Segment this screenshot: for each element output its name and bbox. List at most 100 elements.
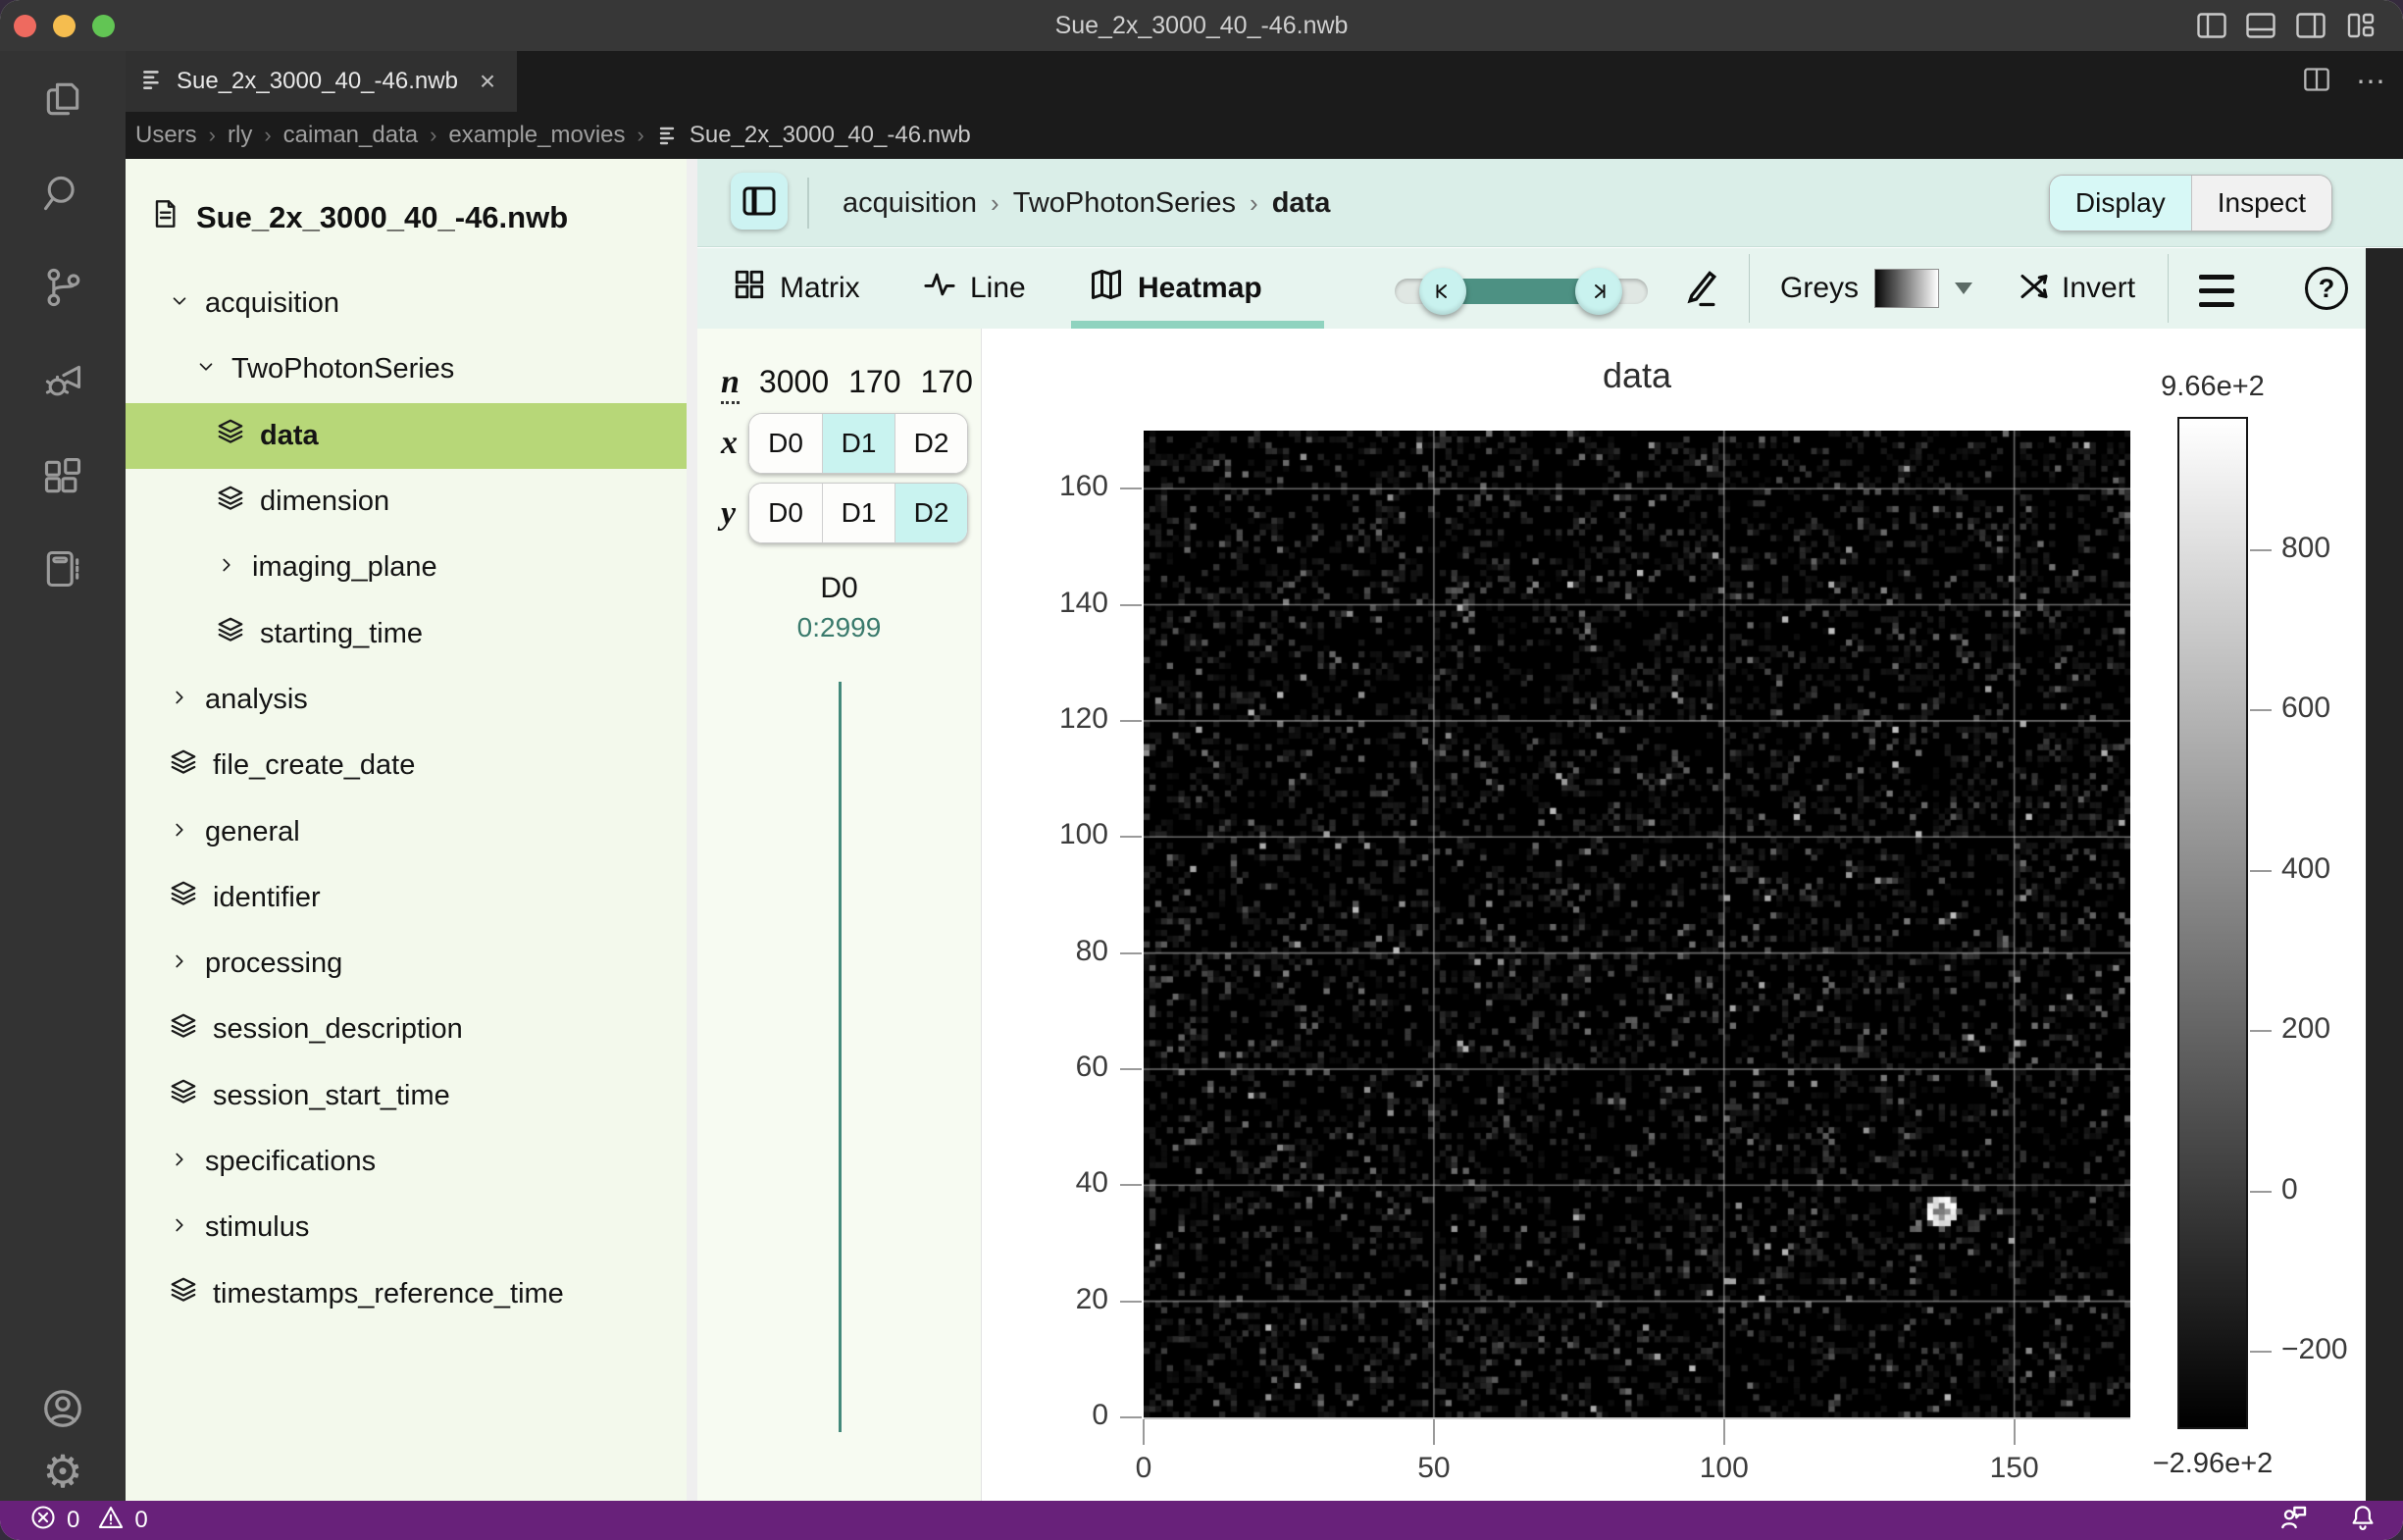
tree-item-imaging-plane[interactable]: imaging_plane <box>126 535 687 600</box>
plot-title: data <box>1441 355 1833 396</box>
problems-indicator[interactable]: 0 0 <box>0 1504 148 1538</box>
y-axis-label: y <box>721 495 736 533</box>
nwb-tree-panel: Sue_2x_3000_40_-46.nwb acquisition TwoPh… <box>126 159 687 1501</box>
settings-gear-icon[interactable]: ⚙ <box>24 1432 102 1511</box>
y-d2-button[interactable]: D2 <box>895 484 967 542</box>
help-icon[interactable]: ? <box>2305 267 2348 310</box>
y-d0-button[interactable]: D0 <box>749 484 822 542</box>
chevron-down-icon[interactable] <box>1955 282 1972 294</box>
viewer-breadcrumb-item[interactable]: acquisition <box>843 187 977 220</box>
frame-range-slider[interactable] <box>1395 279 1648 304</box>
breadcrumb-item[interactable]: rly <box>228 122 252 149</box>
tab-label: Sue_2x_3000_40_-46.nwb <box>177 68 458 95</box>
tree-item-twophotonseries[interactable]: TwoPhotonSeries <box>126 336 687 402</box>
tree-item-specifications[interactable]: specifications <box>126 1129 687 1195</box>
y-d1-button[interactable]: D1 <box>822 484 895 542</box>
breadcrumb-separator: › <box>264 123 271 148</box>
x-d0-button[interactable]: D0 <box>749 414 822 473</box>
colorbar-tick <box>2250 709 2272 711</box>
colormap-label: Greys <box>1780 272 1859 305</box>
line-pulse-icon <box>923 268 956 309</box>
chevron-right-icon <box>169 948 190 980</box>
tree-item-dimension[interactable]: dimension <box>126 469 687 535</box>
breadcrumb-item[interactable]: example_movies <box>448 122 625 149</box>
frame-range-label: 0:2999 <box>697 612 981 643</box>
source-control-icon[interactable] <box>24 248 102 327</box>
range-start-handle[interactable] <box>1419 268 1466 315</box>
search-icon[interactable] <box>24 154 102 232</box>
toggle-left-panel-icon[interactable] <box>2197 13 2226 43</box>
breadcrumb-file[interactable]: Sue_2x_3000_40_-46.nwb <box>656 122 971 149</box>
heatmap-map-icon <box>1089 267 1124 310</box>
viewer-breadcrumb-item[interactable]: TwoPhotonSeries <box>1013 187 1236 220</box>
explorer-icon[interactable] <box>24 60 102 138</box>
y-tick <box>1120 1301 1142 1303</box>
y-dimension-selector: D0 D1 D2 <box>748 483 968 543</box>
dim-size: 3000 <box>759 364 829 400</box>
x-dimension-selector: D0 D1 D2 <box>748 413 968 474</box>
breadcrumb-separator: › <box>430 123 436 148</box>
heatmap-tab[interactable]: Heatmap <box>1089 248 1262 329</box>
x-d2-button[interactable]: D2 <box>895 414 967 473</box>
dim-size: 170 <box>921 364 973 400</box>
heatmap-canvas[interactable] <box>1144 431 2130 1419</box>
frame-slider-track[interactable] <box>839 682 842 1432</box>
x-tick-label: 50 <box>1375 1452 1493 1485</box>
toggle-right-panel-icon[interactable] <box>2296 13 2326 43</box>
tree-item-analysis[interactable]: analysis <box>126 667 687 733</box>
line-tab[interactable]: Line <box>923 248 1026 329</box>
y-tick-label: 40 <box>1006 1166 1108 1200</box>
dataset-layers-icon <box>169 1077 198 1114</box>
customize-layout-icon[interactable] <box>2346 13 2376 43</box>
tree-item-file-create-date[interactable]: file_create_date <box>126 733 687 798</box>
viewer-header: acquisition › TwoPhotonSeries › data Dis… <box>697 159 2403 247</box>
breadcrumb-item[interactable]: caiman_data <box>283 122 418 149</box>
tree-item-timestamps-reference-time[interactable]: timestamps_reference_time <box>126 1260 687 1326</box>
breadcrumb-separator: › <box>638 123 644 148</box>
tree-item-identifier[interactable]: identifier <box>126 865 687 931</box>
tree-item-general[interactable]: general <box>126 798 687 864</box>
invert-button[interactable]: Invert <box>2017 248 2135 329</box>
x-d1-button[interactable]: D1 <box>822 414 895 473</box>
tab-nwb-file[interactable]: Sue_2x_3000_40_-46.nwb × <box>126 51 517 112</box>
run-and-debug-icon[interactable] <box>24 342 102 421</box>
range-end-handle[interactable] <box>1575 268 1622 315</box>
y-tick <box>1120 1184 1142 1186</box>
colorbar-min-label: −2.96e+2 <box>2105 1448 2321 1480</box>
display-button[interactable]: Display <box>2050 176 2191 231</box>
inspect-button[interactable]: Inspect <box>2191 176 2331 231</box>
x-tick-label: 0 <box>1085 1452 1202 1485</box>
notifications-bell-icon[interactable] <box>2348 1503 2377 1539</box>
x-tick <box>1433 1419 1435 1445</box>
tree-item-data[interactable]: data <box>126 403 687 469</box>
extensions-icon[interactable] <box>24 437 102 516</box>
dataset-layers-icon <box>169 1011 198 1049</box>
chevron-down-icon <box>169 287 190 320</box>
editor-scroll-gutter[interactable] <box>2366 248 2403 1501</box>
viewer-breadcrumb-item[interactable]: data <box>1272 187 1331 220</box>
feedback-person-icon[interactable] <box>2277 1502 2309 1540</box>
tree-item-session-start-time[interactable]: session_start_time <box>126 1063 687 1129</box>
chevron-right-icon <box>216 551 237 584</box>
more-actions-icon[interactable]: ⋯ <box>2356 65 2385 99</box>
tree-item-session-description[interactable]: session_description <box>126 997 687 1062</box>
notebook-icon[interactable] <box>24 530 102 608</box>
colormap-swatch[interactable] <box>1874 269 1939 308</box>
split-editor-icon[interactable] <box>2303 66 2330 98</box>
invert-arrows-icon <box>2017 269 2052 309</box>
toggle-bottom-panel-icon[interactable] <box>2246 13 2275 43</box>
toolbar-separator <box>1749 254 1750 323</box>
panel-divider[interactable] <box>687 159 697 1501</box>
tree-item-acquisition[interactable]: acquisition <box>126 271 687 336</box>
tree-item-stimulus[interactable]: stimulus <box>126 1195 687 1260</box>
y-tick-label: 100 <box>1006 818 1108 851</box>
matrix-tab[interactable]: Matrix <box>733 248 860 329</box>
menu-hamburger-icon[interactable] <box>2199 275 2234 307</box>
tab-close-icon[interactable]: × <box>480 66 495 97</box>
tree-root-file[interactable]: Sue_2x_3000_40_-46.nwb <box>126 184 687 250</box>
edit-range-button[interactable] <box>1679 248 1722 329</box>
tree-item-starting-time[interactable]: starting_time <box>126 600 687 666</box>
sidebar-toggle-button[interactable] <box>731 173 788 230</box>
breadcrumb-item[interactable]: Users <box>135 122 197 149</box>
tree-item-processing[interactable]: processing <box>126 931 687 997</box>
